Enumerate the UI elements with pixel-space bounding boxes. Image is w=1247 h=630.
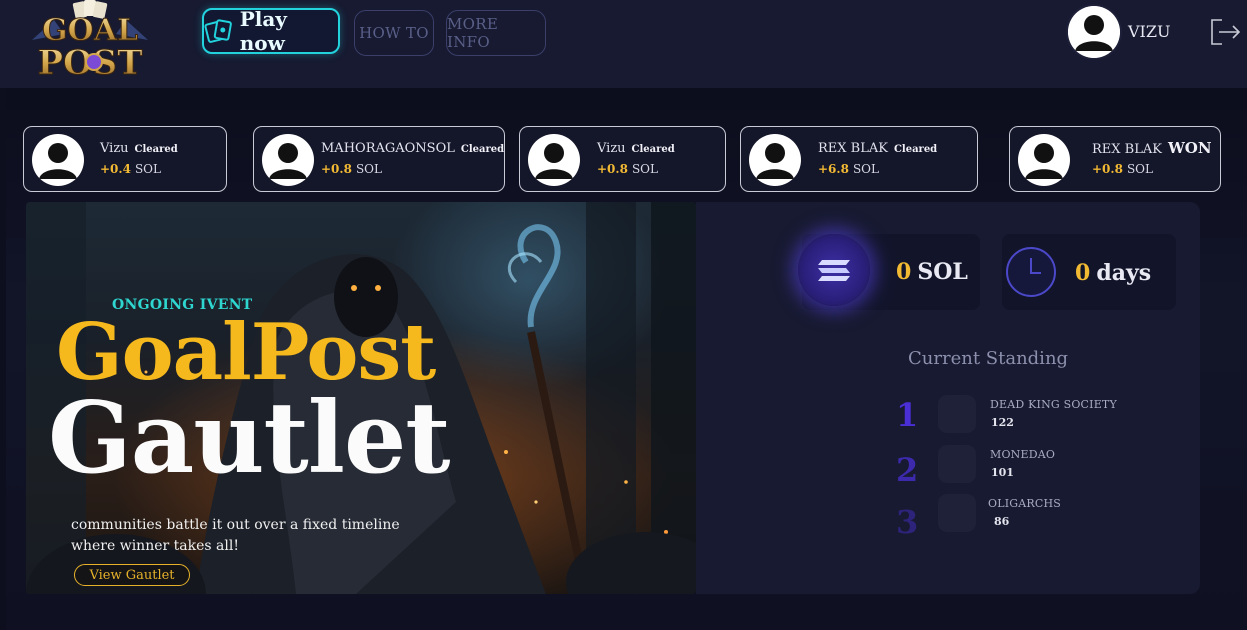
- clock-icon: [1006, 247, 1056, 297]
- player-name: Vizu: [100, 141, 129, 156]
- player-name: Vizu: [597, 141, 626, 156]
- team-name: MONEDAO: [990, 448, 1056, 461]
- activity-player: REX BLAK Cleared: [818, 141, 937, 156]
- amount-value: +0.8: [597, 162, 628, 176]
- play-now-label: Play now: [239, 7, 287, 55]
- player-avatar: [1018, 134, 1070, 186]
- avatar-icon: [1025, 143, 1063, 179]
- activity-player: Vizu Cleared: [100, 141, 178, 156]
- player-name: REX BLAK: [1092, 142, 1162, 157]
- player-avatar: [528, 134, 580, 186]
- amount-value: +0.8: [1092, 162, 1123, 176]
- standing-rank: 2: [896, 451, 919, 489]
- standing-rank: 1: [896, 396, 919, 434]
- top-navigation-bar: [0, 0, 1247, 88]
- prize-unit: SOL: [917, 259, 968, 285]
- activity-amount: +0.8 SOL: [1092, 162, 1153, 176]
- activity-amount: +0.4 SOL: [100, 162, 161, 176]
- amount-unit: SOL: [1126, 162, 1153, 176]
- activity-card[interactable]: Vizu Cleared +0.8 SOL: [519, 126, 726, 192]
- time-remaining-value: 0 days: [1075, 260, 1151, 286]
- amount-unit: SOL: [631, 162, 658, 176]
- activity-status: Cleared: [631, 144, 675, 155]
- activity-status: Cleared: [893, 144, 938, 155]
- activity-card[interactable]: REX BLAK Cleared +6.8 SOL: [740, 126, 978, 192]
- how-to-button[interactable]: HOW TO: [354, 10, 434, 56]
- player-avatar: [32, 134, 84, 186]
- avatar-icon: [39, 143, 77, 179]
- team-name: OLIGARCHS: [988, 497, 1062, 510]
- team-logo: [938, 395, 976, 433]
- activity-amount: +0.8 SOL: [321, 162, 382, 176]
- more-info-button[interactable]: MORE INFO: [446, 10, 546, 56]
- activity-player: MAHORAGAONSOL Cleared: [321, 141, 504, 156]
- amount-unit: SOL: [852, 162, 879, 176]
- standing-rank: 3: [896, 503, 919, 541]
- player-name: MAHORAGAONSOL: [321, 141, 455, 156]
- team-score: 86: [994, 515, 1010, 528]
- time-amount: 0: [1075, 260, 1091, 286]
- solana-icon: [818, 260, 850, 281]
- activity-player: REX BLAK WON: [1092, 139, 1212, 157]
- amount-value: +0.8: [321, 162, 352, 176]
- avatar-icon: [1068, 6, 1120, 58]
- event-title-line2: Gautlet: [48, 381, 451, 496]
- logout-icon[interactable]: [1208, 16, 1242, 48]
- event-description: communities battle it out over a fixed t…: [71, 517, 400, 554]
- activity-card[interactable]: Vizu Cleared +0.4 SOL: [23, 126, 227, 192]
- prize-pool-value: 0 SOL: [896, 259, 968, 285]
- standing-title: Current Standing: [908, 348, 1069, 369]
- player-name: REX BLAK: [818, 141, 888, 156]
- activity-amount: +6.8 SOL: [818, 162, 879, 176]
- team-name: DEAD KING SOCIETY: [990, 398, 1117, 411]
- view-gautlet-button[interactable]: View Gautlet: [74, 564, 190, 586]
- cards-icon: [204, 19, 232, 43]
- activity-status: WON: [1167, 139, 1212, 157]
- amount-value: +6.8: [818, 162, 849, 176]
- activity-amount: +0.8 SOL: [597, 162, 658, 176]
- event-hero-banner: ONGOING IVENT GoalPost Gautlet communiti…: [26, 202, 696, 594]
- amount-unit: SOL: [355, 162, 382, 176]
- activity-card[interactable]: REX BLAK WON +0.8 SOL: [1009, 126, 1221, 192]
- team-score: 122: [991, 416, 1014, 429]
- user-avatar[interactable]: [1068, 6, 1120, 58]
- time-unit: days: [1096, 260, 1152, 286]
- user-name: VIZU: [1128, 22, 1171, 41]
- avatar-icon: [269, 143, 307, 179]
- amount-unit: SOL: [134, 162, 161, 176]
- amount-value: +0.4: [100, 162, 131, 176]
- avatar-icon: [756, 143, 794, 179]
- player-avatar: [262, 134, 314, 186]
- activity-card[interactable]: MAHORAGAONSOL Cleared +0.8 SOL: [253, 126, 505, 192]
- activity-status: Cleared: [134, 144, 178, 155]
- player-avatar: [749, 134, 801, 186]
- prize-amount: 0: [896, 259, 912, 285]
- team-logo: [938, 494, 976, 532]
- team-score: 101: [991, 466, 1014, 479]
- team-logo: [938, 445, 976, 483]
- solana-coin: [798, 234, 870, 306]
- activity-status: Cleared: [460, 144, 505, 155]
- activity-player: Vizu Cleared: [597, 141, 675, 156]
- play-now-button[interactable]: Play now: [202, 7, 340, 55]
- avatar-icon: [535, 143, 573, 179]
- goalpost-logo[interactable]: GOAL POST: [24, 0, 156, 84]
